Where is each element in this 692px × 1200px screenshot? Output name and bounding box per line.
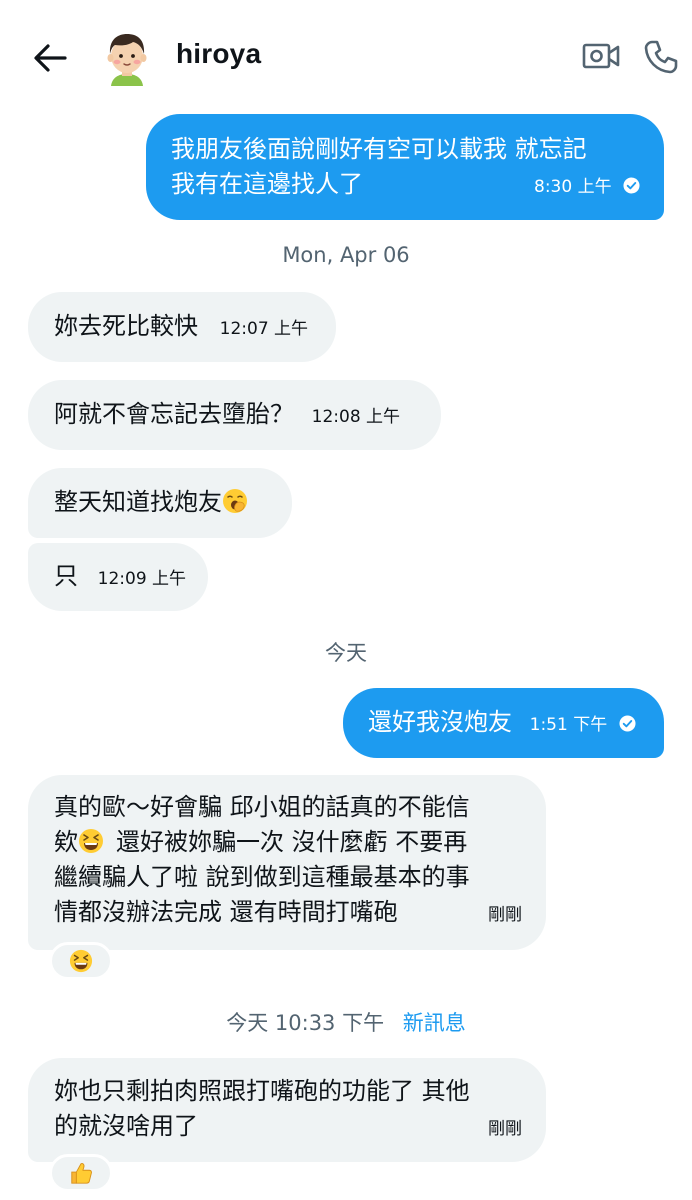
message-text-line: 妳也只剩拍肉照跟打嘴砲的功能了 其他 xyxy=(54,1077,470,1105)
message-text-line: 我有在這邊找人了 xyxy=(171,170,363,198)
new-messages-badge: 新訊息 xyxy=(402,1011,466,1035)
message-text: 阿就不會忘記去墮胎？ xyxy=(54,400,294,428)
new-messages-separator: 今天 10:33 下午 新訊息 xyxy=(0,1007,692,1037)
date-separator: Mon, Apr 06 xyxy=(282,243,410,267)
phone-icon xyxy=(644,40,678,74)
thumbs-up-emoji-icon xyxy=(71,1163,92,1184)
grinning-squinting-face-emoji-icon xyxy=(79,829,103,853)
grinning-squinting-face-emoji-icon xyxy=(69,949,93,973)
avatar[interactable] xyxy=(98,28,156,86)
message-text-line: 欸 xyxy=(54,828,78,856)
message-reaction[interactable] xyxy=(49,1154,113,1192)
outgoing-message[interactable]: 我朋友後面說剛好有空可以載我 就忘記 我有在這邊找人了 8:30 上午 xyxy=(146,114,664,220)
message-text-line: 繼續騙人了啦 說到做到這種最基本的事 xyxy=(54,863,470,891)
message-text-line: 真的歐～好會騙 邱小姐的話真的不能信 xyxy=(54,793,470,821)
message-timestamp: 剛剛 xyxy=(488,905,522,925)
voice-call-button[interactable] xyxy=(638,34,684,80)
video-camera-icon xyxy=(582,43,620,69)
message-text-line: 還好被妳騙一次 沒什麼虧 不要再 xyxy=(116,828,468,856)
message-timestamp: 12:07 上午 xyxy=(219,319,309,339)
message-text-line: 的就沒啥用了 xyxy=(54,1112,198,1140)
incoming-message[interactable]: 妳也只剩拍肉照跟打嘴砲的功能了 其他 的就沒啥用了 剛剛 xyxy=(28,1058,546,1162)
date-separator-label: 今天 10:33 下午 xyxy=(226,1011,385,1035)
message-text: 妳去死比較快 xyxy=(54,312,198,340)
message-timestamp: 12:08 上午 xyxy=(311,407,401,427)
message-text-line: 情都沒辦法完成 還有時間打嘴砲 xyxy=(54,898,398,926)
message-text-line: 我朋友後面說剛好有空可以載我 就忘記 xyxy=(171,135,587,163)
message-timestamp: 12:09 上午 xyxy=(97,569,187,589)
incoming-message[interactable]: 阿就不會忘記去墮胎？ 12:08 上午 xyxy=(28,380,441,450)
read-check-icon xyxy=(623,177,640,194)
message-reaction[interactable] xyxy=(49,942,113,980)
conversation-header: hiroya xyxy=(0,0,692,112)
incoming-message[interactable]: 整天知道找炮友 xyxy=(28,468,292,538)
message-timestamp: 8:30 上午 xyxy=(534,177,612,197)
incoming-message[interactable]: 妳去死比較快 12:07 上午 xyxy=(28,292,336,362)
yawning-face-emoji-icon xyxy=(223,489,247,513)
contact-name[interactable]: hiroya xyxy=(176,38,261,70)
message-text: 整天知道找炮友 xyxy=(54,488,222,516)
message-text: 還好我沒炮友 xyxy=(368,708,512,736)
arrow-left-icon xyxy=(34,44,67,72)
message-timestamp: 1:51 下午 xyxy=(529,715,608,735)
message-text: 只 xyxy=(54,562,78,590)
date-separator: 今天 xyxy=(325,641,367,665)
incoming-message[interactable]: 真的歐～好會騙 邱小姐的話真的不能信 欸 還好被妳騙一次 沒什麼虧 不要再 繼續… xyxy=(28,775,546,950)
video-call-button[interactable] xyxy=(578,36,624,76)
incoming-message[interactable]: 只 12:09 上午 xyxy=(28,543,208,611)
outgoing-message[interactable]: 還好我沒炮友 1:51 下午 xyxy=(343,688,664,758)
read-check-icon xyxy=(619,715,636,732)
message-timestamp: 剛剛 xyxy=(488,1119,522,1139)
back-button[interactable] xyxy=(28,36,72,80)
boy-avatar-icon xyxy=(107,34,147,86)
